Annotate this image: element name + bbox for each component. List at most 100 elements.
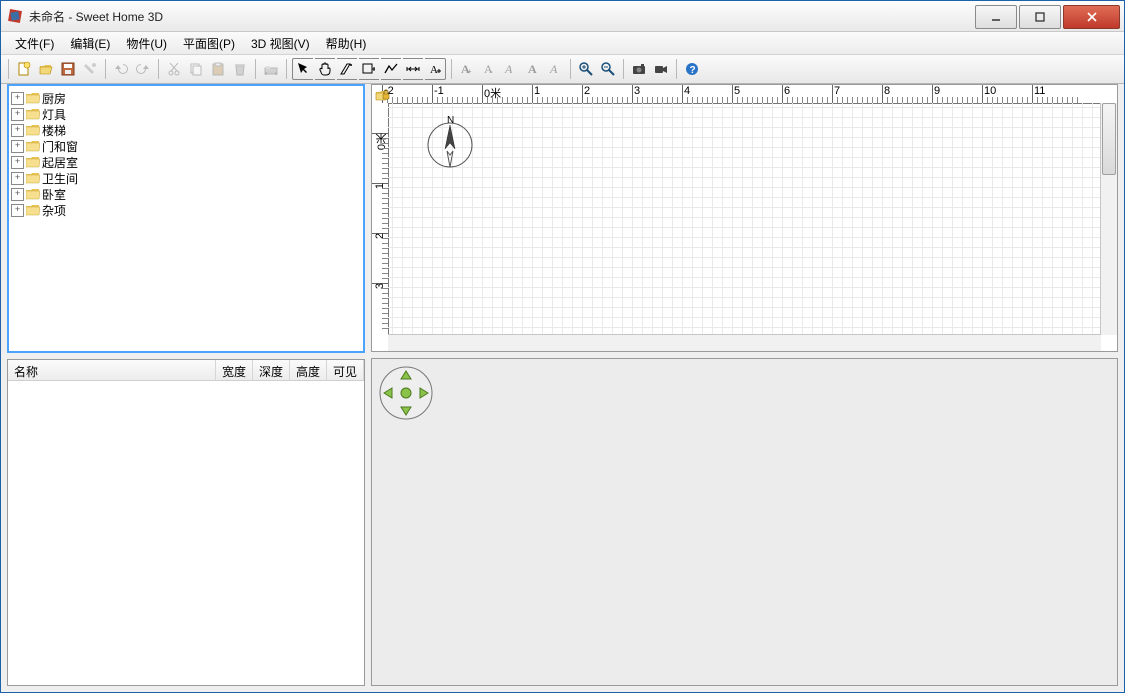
ruler-h-label: 1: [532, 85, 540, 97]
expand-icon[interactable]: +: [11, 108, 24, 121]
catalog-category[interactable]: + 卧室: [11, 186, 361, 202]
folder-icon: [26, 140, 40, 152]
select-tool[interactable]: [292, 58, 313, 80]
open-button[interactable]: [36, 59, 56, 79]
compass-label: N: [447, 115, 454, 126]
svg-text:?: ?: [690, 65, 696, 76]
minimize-button[interactable]: [975, 5, 1017, 29]
ruler-h-label: -1: [432, 85, 444, 97]
catalog-category[interactable]: + 起居室: [11, 154, 361, 170]
menu-edit[interactable]: 编辑(E): [62, 33, 118, 54]
close-button[interactable]: [1063, 5, 1120, 29]
toolbar: A A+ A- A A A ?: [1, 55, 1124, 84]
category-label: 厨房: [42, 90, 66, 107]
col-name[interactable]: 名称: [8, 360, 216, 380]
col-depth[interactable]: 深度: [253, 360, 290, 380]
svg-text:A: A: [549, 62, 558, 76]
plan-pane[interactable]: -2-10米1234567891011 0米123 N: [371, 84, 1118, 352]
catalog-category[interactable]: +卫生间: [11, 170, 361, 186]
col-width[interactable]: 宽度: [216, 360, 253, 380]
category-label: 起居室: [42, 154, 78, 171]
folder-icon: [26, 108, 40, 120]
svg-text:A: A: [528, 62, 537, 76]
category-label: 卧室: [42, 186, 66, 203]
scrollbar-thumb[interactable]: [1102, 103, 1116, 175]
catalog-category[interactable]: + 门和窗: [11, 138, 361, 154]
create-text-tool[interactable]: A: [425, 58, 446, 80]
plan-scrollbar-horizontal[interactable]: [388, 334, 1101, 351]
plan-grid[interactable]: [388, 103, 1101, 335]
furniture-list-pane[interactable]: 名称 宽度 深度 高度 可见: [7, 359, 365, 686]
ruler-h-label: 4: [682, 85, 690, 97]
expand-icon[interactable]: +: [11, 172, 24, 185]
3d-view-pane[interactable]: [371, 358, 1118, 686]
ruler-h-label: 10: [982, 85, 996, 97]
text-smaller-button: A-: [479, 59, 499, 79]
menu-furniture[interactable]: 物件(U): [118, 33, 175, 54]
folder-icon: [26, 92, 40, 104]
create-walls-tool[interactable]: [337, 58, 357, 80]
menu-file[interactable]: 文件(F): [7, 33, 62, 54]
catalog-category[interactable]: + 灯具: [11, 106, 361, 122]
create-video-button[interactable]: [651, 59, 671, 79]
menu-3d-view[interactable]: 3D 视图(V): [243, 33, 318, 54]
expand-icon[interactable]: +: [11, 140, 24, 153]
col-visible[interactable]: 可见: [327, 360, 364, 380]
category-label: 楼梯: [42, 122, 66, 139]
maximize-button[interactable]: [1019, 5, 1061, 29]
furniture-catalog-pane[interactable]: +厨房+灯具+楼梯+门和窗+起居室+卫生间+卧室+杂项: [7, 84, 365, 353]
window-title: 未命名 - Sweet Home 3D: [29, 8, 973, 25]
expand-icon[interactable]: +: [11, 204, 24, 217]
save-button[interactable]: [58, 59, 78, 79]
menu-help[interactable]: 帮助(H): [318, 33, 375, 54]
col-height[interactable]: 高度: [290, 360, 327, 380]
expand-icon[interactable]: +: [11, 156, 24, 169]
ruler-h-label: 5: [732, 85, 740, 97]
take-photo-button[interactable]: [629, 59, 649, 79]
new-button[interactable]: [14, 59, 34, 79]
plan-ruler-vertical: 0米123: [372, 103, 389, 335]
catalog-category[interactable]: + 杂项: [11, 202, 361, 218]
plan-ruler-horizontal: -2-10米1234567891011: [388, 85, 1101, 104]
create-polyline-tool[interactable]: [381, 58, 401, 80]
folder-icon: [26, 204, 40, 216]
catalog-category[interactable]: + 楼梯: [11, 122, 361, 138]
plan-lock-button[interactable]: [374, 87, 390, 103]
pan-tool[interactable]: [315, 58, 335, 80]
folder-icon: [26, 156, 40, 168]
catalog-category[interactable]: + 厨房: [11, 90, 361, 106]
titlebar: 未命名 - Sweet Home 3D: [1, 1, 1124, 32]
redo-button: [133, 59, 153, 79]
create-rooms-tool[interactable]: [359, 58, 379, 80]
ruler-h-label: 3: [632, 85, 640, 97]
category-label: 杂项: [42, 202, 66, 219]
text-bold-button: A+: [457, 59, 477, 79]
preferences-button[interactable]: [80, 59, 100, 79]
compass-icon[interactable]: N: [422, 115, 478, 171]
svg-text:A: A: [504, 62, 513, 76]
expand-icon[interactable]: +: [11, 188, 24, 201]
paste-button: [208, 59, 228, 79]
add-furniture-button: [261, 59, 281, 79]
menubar: 文件(F) 编辑(E) 物件(U) 平面图(P) 3D 视图(V) 帮助(H): [1, 32, 1124, 55]
folder-icon: [26, 124, 40, 136]
3d-navigation-pad[interactable]: [378, 365, 434, 421]
create-dimension-tool[interactable]: [403, 58, 423, 80]
expand-icon[interactable]: +: [11, 92, 24, 105]
delete-button: [230, 59, 250, 79]
category-label: 灯具: [42, 106, 66, 123]
app-icon: [7, 8, 23, 24]
plan-scrollbar-vertical[interactable]: [1100, 103, 1117, 335]
undo-button: [111, 59, 131, 79]
help-button[interactable]: ?: [682, 59, 702, 79]
ruler-h-label: 11: [1032, 85, 1045, 97]
ruler-h-label: 2: [582, 85, 590, 97]
zoom-out-button[interactable]: [598, 59, 618, 79]
folder-icon: [26, 172, 40, 184]
category-label: 门和窗: [42, 138, 78, 155]
zoom-in-button[interactable]: [576, 59, 596, 79]
menu-plan[interactable]: 平面图(P): [175, 33, 243, 54]
svg-text:A: A: [430, 64, 438, 76]
text-style-a-button: A: [523, 59, 543, 79]
expand-icon[interactable]: +: [11, 124, 24, 137]
